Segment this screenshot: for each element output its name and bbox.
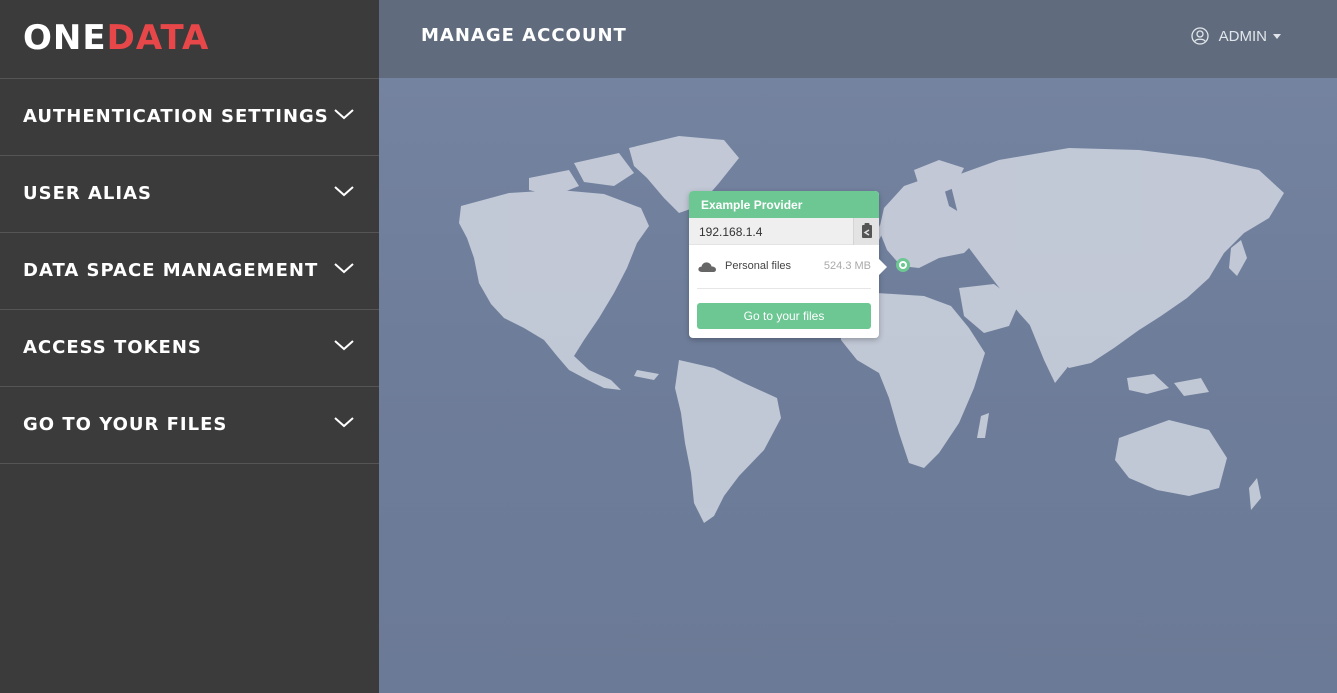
caret-down-icon: [1273, 33, 1281, 39]
sidebar: ONEDATA AUTHENTICATION SETTINGS USER ALI…: [0, 0, 379, 693]
chevron-down-icon: [334, 186, 354, 197]
chevron-down-icon: [334, 263, 354, 274]
top-header: MANAGE ACCOUNT ADMIN: [379, 0, 1337, 78]
chevron-down-icon: [334, 340, 354, 351]
sidebar-item-authentication-settings[interactable]: AUTHENTICATION SETTINGS: [0, 79, 379, 156]
sidebar-item-label: USER ALIAS: [23, 183, 152, 204]
provider-marker[interactable]: [896, 258, 910, 272]
cloud-icon: [698, 262, 716, 272]
provider-ip: 192.168.1.4: [699, 225, 763, 239]
chevron-down-icon: [334, 109, 354, 120]
world-map: [379, 78, 1337, 693]
page-title: MANAGE ACCOUNT: [421, 25, 627, 46]
sidebar-item-user-alias[interactable]: USER ALIAS: [0, 156, 379, 233]
personal-files-label: Personal files: [725, 260, 792, 272]
user-circle-icon: [1191, 27, 1209, 45]
sidebar-item-data-space-management[interactable]: DATA SPACE MANAGEMENT: [0, 233, 379, 310]
world-map-graphic: [459, 136, 1284, 523]
copy-ip-button[interactable]: [853, 218, 879, 245]
provider-name: Example Provider: [689, 191, 879, 218]
logo-text: ONEDATA: [23, 18, 210, 58]
user-name: ADMIN: [1218, 27, 1267, 45]
personal-files-row: Personal files 524.3 MB: [697, 245, 871, 289]
chevron-down-icon: [334, 417, 354, 428]
sidebar-item-label: GO TO YOUR FILES: [23, 414, 228, 435]
sidebar-item-label: ACCESS TOKENS: [23, 337, 202, 358]
sidebar-item-go-to-your-files[interactable]: GO TO YOUR FILES: [0, 387, 379, 464]
personal-files-size: 524.3 MB: [823, 260, 871, 272]
go-to-your-files-button[interactable]: Go to your files: [697, 303, 871, 329]
onedata-logo[interactable]: ONEDATA: [0, 0, 379, 79]
provider-popup: Example Provider 192.168.1.4 Personal fi…: [689, 191, 887, 338]
sidebar-item-label: AUTHENTICATION SETTINGS: [23, 106, 329, 127]
clipboard-copy-icon: [862, 223, 872, 238]
sidebar-item-access-tokens[interactable]: ACCESS TOKENS: [0, 310, 379, 387]
provider-ip-row: 192.168.1.4: [689, 218, 879, 245]
sidebar-item-label: DATA SPACE MANAGEMENT: [23, 260, 319, 281]
user-menu[interactable]: ADMIN: [1191, 27, 1281, 45]
